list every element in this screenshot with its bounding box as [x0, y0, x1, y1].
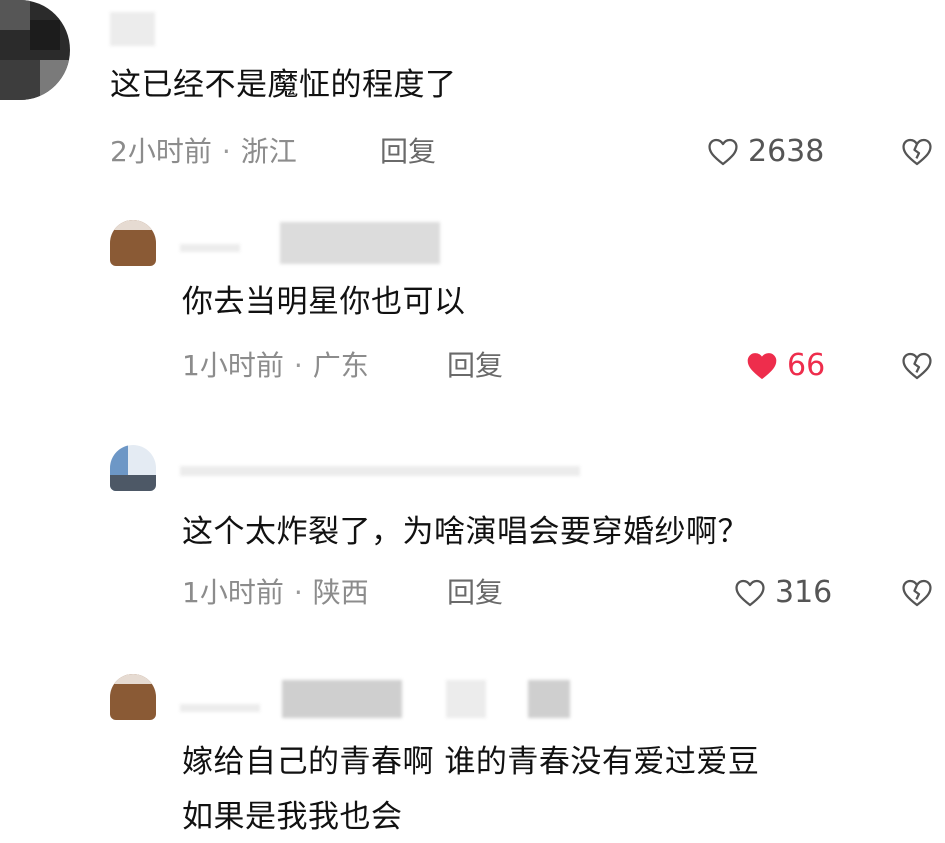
username-blurred[interactable]: [282, 680, 402, 718]
username-blurred[interactable]: [280, 222, 440, 264]
like-button[interactable]: 2638: [706, 134, 824, 170]
like-count: 66: [787, 348, 826, 383]
meta-separator: ·: [293, 576, 303, 609]
like-count: 316: [775, 575, 833, 610]
reply-button[interactable]: 回复: [447, 575, 503, 611]
comment-meta: 2小时前 · 浙江: [110, 134, 297, 170]
broken-heart-icon[interactable]: [900, 135, 934, 169]
comment-text-line-2: 如果是我我也会: [182, 799, 403, 835]
username-blurred: [528, 680, 570, 718]
broken-heart-icon[interactable]: [900, 576, 934, 610]
avatar[interactable]: [110, 220, 156, 266]
heart-outline-icon: [735, 579, 765, 607]
avatar[interactable]: [0, 0, 70, 100]
broken-heart-icon[interactable]: [900, 349, 934, 383]
username-blurred[interactable]: [180, 466, 580, 476]
comment-meta: 1小时前 · 陕西: [182, 575, 369, 611]
comment-text: 这已经不是魔怔的程度了: [110, 67, 457, 103]
username-blurred: [446, 680, 486, 718]
comment-location: 陕西: [312, 576, 369, 609]
username-blurred: [180, 704, 260, 712]
like-count: 2638: [748, 134, 825, 169]
comment-meta: 1小时前 · 广东: [182, 348, 369, 384]
username-blurred[interactable]: [110, 12, 155, 46]
like-button[interactable]: 316: [733, 575, 832, 611]
username-blurred: [180, 244, 240, 252]
comment-text-line-1: 嫁给自己的青春啊 谁的青春没有爱过爱豆: [182, 744, 760, 780]
comment-time: 1小时前: [182, 576, 284, 609]
comment-text: 你去当明星你也可以: [182, 284, 466, 320]
heart-outline-icon: [708, 138, 738, 166]
reply-button[interactable]: 回复: [380, 134, 436, 170]
comment-text: 这个太炸裂了，为啥演唱会要穿婚纱啊？: [182, 514, 749, 550]
comment-location: 浙江: [240, 135, 297, 168]
avatar[interactable]: [110, 445, 156, 491]
meta-separator: ·: [221, 135, 231, 168]
like-button[interactable]: 66: [745, 348, 825, 384]
meta-separator: ·: [293, 349, 303, 382]
comment-time: 1小时前: [182, 349, 284, 382]
avatar[interactable]: [110, 674, 156, 720]
comment-time: 2小时前: [110, 135, 212, 168]
comment-location: 广东: [312, 349, 369, 382]
heart-filled-icon: [747, 353, 777, 379]
reply-button[interactable]: 回复: [447, 348, 503, 384]
